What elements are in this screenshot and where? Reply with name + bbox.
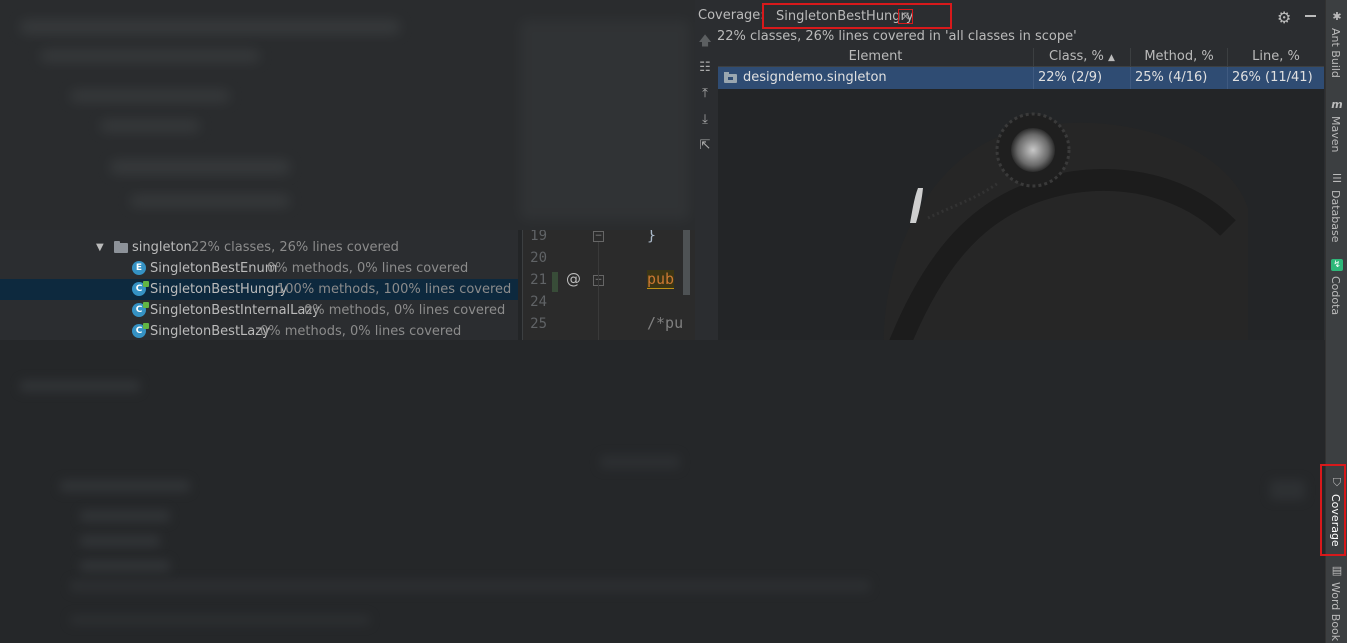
column-header-method[interactable]: Method, % [1131, 48, 1228, 66]
stripe-word-book[interactable]: ▤ Word Book [1326, 562, 1347, 643]
coverage-summary: 22% classes, 26% lines covered in 'all c… [717, 29, 1077, 44]
stripe-database[interactable]: ☰ Database [1326, 170, 1347, 250]
stripe-ant-build[interactable]: ✱ Ant Build [1326, 8, 1347, 83]
tree-item-coverage: 0% methods, 0% lines covered [260, 324, 462, 339]
fold-icon[interactable]: − [593, 231, 604, 242]
cell-class: 22% (2/9) [1034, 67, 1131, 89]
tree-item-coverage: 0% methods, 0% lines covered [304, 303, 506, 318]
cell-element: designdemo.singleton [718, 67, 1034, 89]
background-artwork [883, 112, 1248, 340]
open-external-icon[interactable]: ⇱ [698, 139, 712, 153]
code-line: /*pu [647, 314, 684, 332]
ant-icon: ✱ [1332, 10, 1342, 23]
cell-line: 26% (11/41) [1232, 70, 1313, 85]
table-header: Element Class, % ▲ Method, % Line, % [718, 48, 1324, 67]
cell-method: 25% (4/16) [1131, 67, 1228, 89]
tree-item-singletonbestinternallazy[interactable]: C SingletonBestInternalLazy 0% methods, … [0, 300, 518, 321]
column-header-element[interactable]: Element [718, 48, 1034, 66]
blurred-bottom-area [0, 340, 1325, 643]
line-number: 21 [530, 272, 547, 288]
tree-package-singleton[interactable]: ▼ singleton 22% classes, 26% lines cover… [0, 237, 518, 258]
tree-item-label: SingletonBestLazy [150, 324, 270, 339]
tree-item-label: SingletonBestHungry [150, 282, 288, 297]
up-arrow-icon[interactable]: 🡅 [698, 35, 712, 49]
tree-item-singletonbestenum[interactable]: E SingletonBestEnum 0% methods, 0% lines… [0, 258, 518, 279]
codota-icon: ↯ [1331, 259, 1343, 271]
code-editor[interactable]: 19 20 21 24 25 @ − + } pub /*pu [522, 230, 695, 340]
coverage-tab-singletonbesthungry[interactable]: SingletonBestHungry × [762, 3, 952, 29]
tree-item-singletonbesthungry[interactable]: C SingletonBestHungry 100% methods, 100%… [0, 279, 518, 300]
code-line: pub [647, 270, 675, 289]
code-line: } [647, 230, 657, 244]
maven-icon: m [1331, 98, 1343, 111]
flatten-packages-icon[interactable]: ☷ [698, 61, 712, 75]
tree-item-coverage: 0% methods, 0% lines covered [267, 261, 469, 276]
coverage-toolbar: 🡅 ☷ ⤒ ⤓ ⇱ [695, 29, 715, 340]
column-header-line[interactable]: Line, % [1228, 48, 1324, 66]
line-number: 19 [530, 230, 547, 244]
stripe-codota[interactable]: ↯ Codota [1326, 256, 1347, 326]
database-icon: ☰ [1332, 172, 1342, 185]
class-icon: C [132, 302, 149, 317]
book-icon: ▤ [1331, 564, 1343, 577]
package-coverage: 22% classes, 26% lines covered [191, 240, 399, 255]
blurred-project-area [0, 0, 695, 230]
override-annotation-icon[interactable]: @ [566, 270, 581, 288]
table-row[interactable]: designdemo.singleton 22% (2/9) 25% (4/16… [718, 67, 1324, 89]
line-number: 24 [530, 294, 547, 310]
package-icon [724, 72, 737, 83]
coverage-header: Coverage: SingletonBestHungry × ⚙ [695, 3, 1325, 29]
coverage-tool-window: Coverage: SingletonBestHungry × ⚙ 🡅 ☷ ⤒ … [695, 0, 1325, 340]
project-tree: ▼ singleton 22% classes, 26% lines cover… [0, 230, 518, 340]
tree-item-label: SingletonBestEnum [150, 261, 278, 276]
minimize-icon[interactable] [1305, 15, 1316, 17]
tree-item-singletonbestlazy[interactable]: C SingletonBestLazy 0% methods, 0% lines… [0, 321, 518, 342]
stripe-maven[interactable]: m Maven [1326, 96, 1347, 166]
class-icon: C [132, 281, 149, 296]
enum-icon: E [132, 261, 146, 275]
import-icon[interactable]: ⤓ [698, 113, 712, 127]
package-name: singleton [132, 240, 192, 255]
coverage-label: Coverage: [698, 8, 765, 23]
expand-triangle-icon[interactable]: ▼ [96, 237, 104, 258]
export-icon[interactable]: ⤒ [698, 87, 712, 101]
change-marker [552, 272, 558, 292]
gear-icon[interactable]: ⚙ [1277, 8, 1291, 27]
column-header-class[interactable]: Class, % ▲ [1034, 48, 1131, 66]
coverage-tab-title: SingletonBestHungry [776, 9, 914, 24]
folder-icon [114, 241, 128, 253]
tree-item-coverage: 100% methods, 100% lines covered [277, 282, 512, 297]
class-icon: C [132, 323, 149, 338]
coverage-highlight-box [1320, 464, 1346, 556]
line-number: 25 [530, 316, 547, 332]
sort-ascending-icon: ▲ [1108, 53, 1115, 63]
coverage-table: Element Class, % ▲ Method, % Line, % des… [718, 48, 1324, 340]
close-icon[interactable]: × [898, 9, 913, 24]
line-number: 20 [530, 250, 547, 266]
right-tool-stripe: ✱ Ant Build m Maven ☰ Database ↯ Codota … [1320, 0, 1347, 643]
tree-item-label: SingletonBestInternalLazy [150, 303, 320, 318]
